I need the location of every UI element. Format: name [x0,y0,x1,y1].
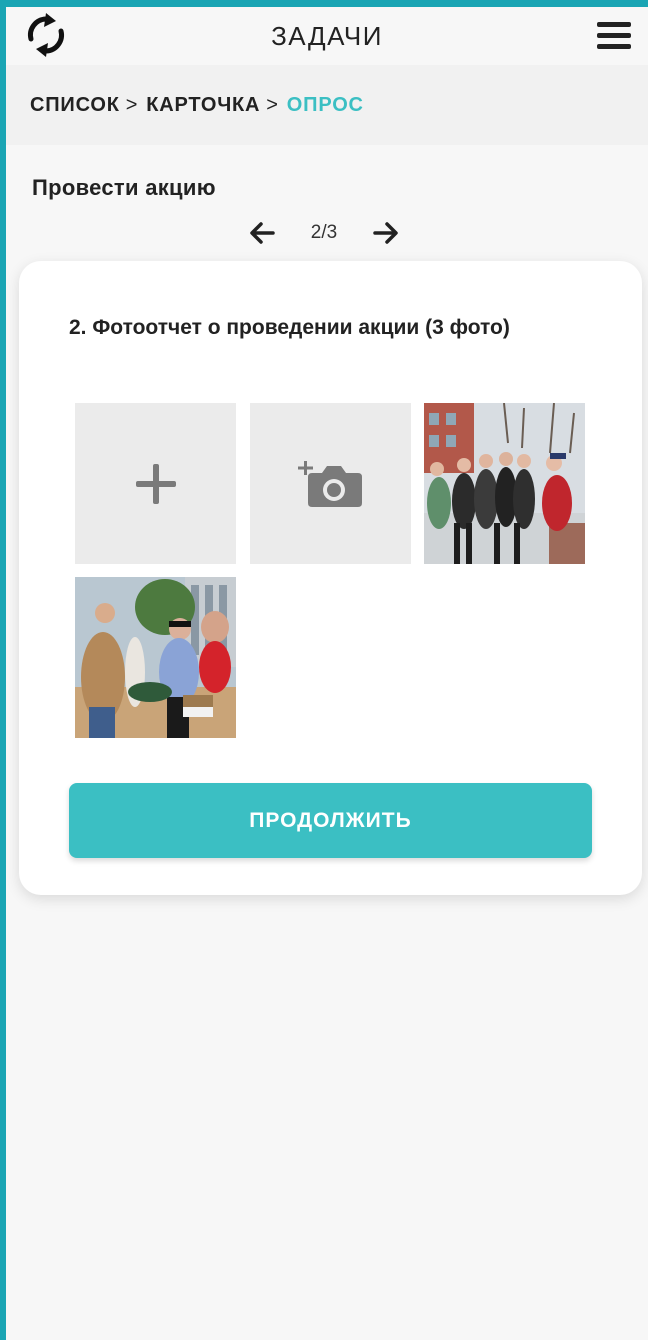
task-title: Провести акцию [32,175,216,200]
breadcrumb-separator: > [125,93,139,116]
photo-event-outdoor [75,577,236,738]
menu-button[interactable] [594,15,634,55]
breadcrumb-survey: ОПРОС [286,93,364,116]
breadcrumb-separator: > [266,93,279,116]
page-title: ЗАДАЧИ [271,21,383,51]
hamburger-menu-icon [597,21,631,27]
page-counter: 2/3 [310,222,338,243]
camera-add-icon [297,460,362,507]
arrow-left-icon [250,222,275,244]
continue-button[interactable]: ПРОДОЛЖИТЬ [69,783,592,858]
next-button[interactable] [370,217,402,249]
take-photo-tile[interactable] [250,403,411,564]
question-text: 2. Фотоотчет о проведении акции (3 фото) [69,316,510,339]
add-photo-tile[interactable] [75,403,236,564]
photo-thumbnail-2[interactable] [75,577,236,738]
top-bar: ЗАДАЧИ [6,7,648,65]
prev-button[interactable] [246,217,278,249]
breadcrumb-list[interactable]: СПИСОК [30,94,120,117]
photo-thumbnail-1[interactable] [424,403,585,564]
plus-icon [135,463,176,504]
breadcrumb: СПИСОК > КАРТОЧКА > ОПРОС [6,65,648,145]
frame-top-border [0,0,648,7]
pager: 2/3 [0,214,648,252]
photo-group-winter [424,403,585,564]
survey-card: 2. Фотоотчет о проведении акции (3 фото) [19,261,642,895]
breadcrumb-card[interactable]: КАРТОЧКА [146,94,260,117]
arrow-right-icon [373,222,398,244]
frame-left-border [0,0,6,1340]
